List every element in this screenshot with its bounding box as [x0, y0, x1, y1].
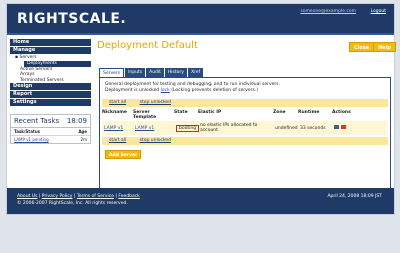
col-runtime: Runtime [298, 110, 320, 115]
server-zone: undefined [275, 125, 298, 131]
col-actions: Actions [332, 110, 351, 115]
col-zone: Zone [273, 110, 286, 115]
lock-status: Deployment is unlocked lock (Locking pre… [105, 87, 259, 93]
close-button[interactable]: Close [349, 42, 375, 52]
nav-design[interactable]: Design [10, 83, 91, 90]
footer: About Us | Privacy Policy | Terms of Ser… [7, 188, 394, 214]
recent-tasks-time: 18:09 [66, 117, 87, 125]
col-task-status: Task/Status [14, 129, 41, 134]
col-elastic-ip: Elastic IP [198, 110, 222, 115]
tab-bar: Servers Inputs Audit History Xref [99, 68, 204, 77]
tab-inputs[interactable]: Inputs [125, 68, 146, 77]
window: RIGHTSCALE. someone@example.com Logout H… [6, 3, 396, 215]
footer-links: About Us | Privacy Policy | Terms of Ser… [17, 194, 140, 199]
table-row: LAMP v1 LAMP v1 booting no elastic IPs a… [102, 121, 388, 135]
tab-servers[interactable]: Servers [99, 68, 125, 77]
stop-icon[interactable] [341, 125, 346, 129]
feedback-link[interactable]: Feedback [118, 194, 139, 199]
stop-unlocked-link-bottom[interactable]: stop unlocked [140, 138, 171, 143]
task-link[interactable]: LAMP v1 pending [14, 137, 49, 142]
col-age: Age [78, 129, 87, 134]
add-server-button[interactable]: Add Server [105, 150, 142, 159]
deployment-info: General deployment for testing and debug… [100, 78, 390, 93]
start-all-link-bottom[interactable]: start all [109, 138, 126, 143]
privacy-link[interactable]: Privacy Policy [42, 194, 73, 199]
user-link[interactable]: someone@example.com [300, 9, 356, 14]
nav-home[interactable]: Home [10, 39, 91, 46]
col-state: State [174, 110, 188, 115]
start-all-link[interactable]: start all [109, 100, 126, 105]
help-button[interactable]: Help [373, 42, 396, 52]
recent-tasks-header: Recent Tasks 18:09 [11, 115, 90, 128]
col-server-template: Server Template [133, 110, 157, 120]
nav-report[interactable]: Report [10, 91, 91, 98]
footer-date: April 24, 2008 18:09 JST [327, 194, 382, 199]
server-template-link[interactable]: LAMP v1 [135, 126, 154, 131]
tab-history[interactable]: History [164, 68, 187, 77]
terms-link[interactable]: Terms of Service [77, 194, 114, 199]
task-row: LAMP v1 pending 2m [11, 136, 90, 143]
recent-tasks-columns: Task/Status Age [11, 128, 90, 136]
tab-audit[interactable]: Audit [146, 68, 164, 77]
tab-xref[interactable]: Xref [187, 68, 204, 77]
nav-manage[interactable]: Manage [10, 47, 91, 54]
main-content: Deployment Default Close Help Servers In… [97, 40, 396, 207]
sidebar: Home Manage ▪ Servers Deployments Active… [10, 39, 91, 144]
col-nickname: Nickname [102, 110, 127, 115]
terminal-icon[interactable] [334, 125, 339, 129]
server-nickname-link[interactable]: LAMP v1 [104, 126, 123, 131]
action-bar-bottom: start all stop unlocked [102, 137, 388, 145]
header: RIGHTSCALE. someone@example.com Logout [7, 4, 394, 35]
about-link[interactable]: About Us [17, 194, 37, 199]
action-bar-top: start all stop unlocked [102, 99, 388, 107]
server-elastic-ip: no elastic IPs allocated to account [200, 123, 258, 133]
nav-settings[interactable]: Settings [10, 99, 91, 106]
recent-tasks-panel: Recent Tasks 18:09 Task/Status Age LAMP … [10, 114, 91, 144]
logout-link[interactable]: Logout [371, 9, 386, 14]
task-age: 2m [80, 137, 87, 142]
server-runtime: 33 seconds [300, 125, 326, 131]
lock-link[interactable]: lock [161, 88, 170, 93]
server-table-header: Nickname Server Template State Elastic I… [100, 107, 390, 121]
copyright: © 2006-2007 RightScale, Inc. All rights … [17, 201, 128, 206]
recent-tasks-title: Recent Tasks [14, 117, 60, 125]
server-state: booting [176, 124, 200, 132]
logo: RIGHTSCALE. [17, 11, 127, 27]
stop-unlocked-link[interactable]: stop unlocked [140, 100, 171, 105]
